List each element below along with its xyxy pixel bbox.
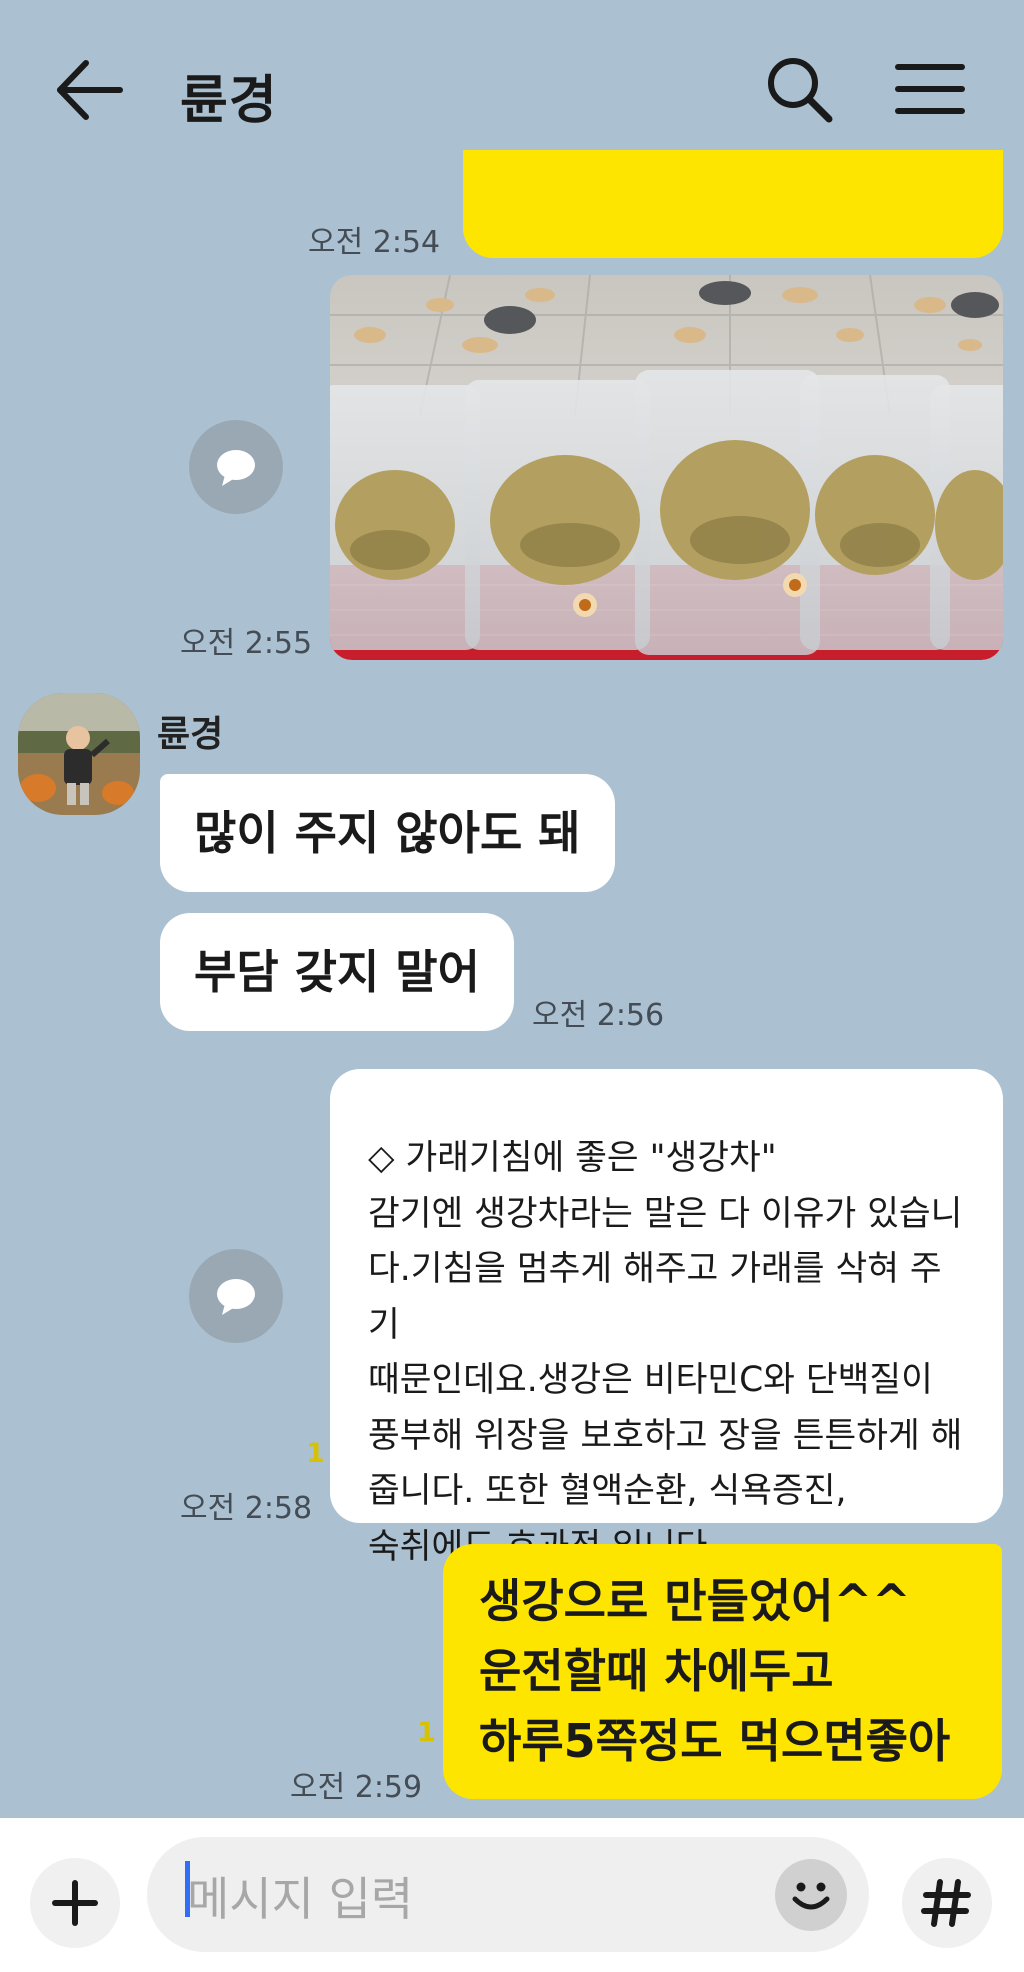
share-button[interactable] [189,1249,283,1343]
speech-bubble-icon [217,1279,255,1315]
message-text: 생강으로 만들었어^^ 운전할때 차에두고 하루5쪽정도 먹으면좋아 [479,1574,951,1768]
message-time: 오전 2:58 [180,1491,313,1526]
their-message-bubble[interactable]: 부담 갖지 말어 [160,913,514,1031]
profile-photo [18,693,140,815]
my-message-bubble[interactable]: 생강으로 만들었어^^ 운전할때 차에두고 하루5쪽정도 먹으면좋아 [443,1544,1002,1799]
unread-count: 1 [417,1717,436,1748]
ginger-chips-photo [330,275,1003,660]
avatar[interactable] [18,693,140,815]
share-button[interactable] [189,420,283,514]
hash-button[interactable] [902,1858,992,1948]
search-icon[interactable] [765,55,835,125]
message-time: 오전 2:54 [308,225,441,260]
message-time: 오전 2:55 [180,626,313,661]
message-text: 부담 갖지 말어 [194,945,480,999]
message-time: 오전 2:56 [532,998,665,1033]
emoji-icon [792,1882,830,1910]
message-input[interactable]: 메시지 입력 [147,1837,869,1952]
my-message-bubble[interactable] [463,150,1003,258]
message-text: 많이 주지 않아도 돼 [194,806,581,860]
sender-name: 륜경 [157,714,224,755]
their-message-bubble[interactable]: 많이 주지 않아도 돼 [160,774,615,892]
message-time: 오전 2:59 [290,1770,423,1805]
photo-message[interactable] [330,275,1003,660]
chat-header: 륜경 [0,0,1024,175]
unread-count: 1 [306,1438,325,1469]
arrow-left-icon[interactable] [50,55,130,125]
message-input-placeholder: 메시지 입력 [187,1872,414,1926]
my-message-bubble[interactable]: ◇ 가래기침에 좋은 "생강차" 감기엔 생강차라는 말은 다 이유가 있습니 … [330,1069,1003,1567]
hamburger-menu-icon[interactable] [895,62,965,117]
speech-bubble-icon [217,450,255,486]
chat-title: 륜경 [180,71,278,131]
plus-icon [52,1880,98,1926]
emoji-button[interactable] [775,1859,847,1931]
plus-button[interactable] [30,1858,120,1948]
message-text: ◇ 가래기침에 좋은 "생강차" 감기엔 생강차라는 말은 다 이유가 있습니 … [368,1138,963,1567]
hash-icon [921,1879,971,1927]
